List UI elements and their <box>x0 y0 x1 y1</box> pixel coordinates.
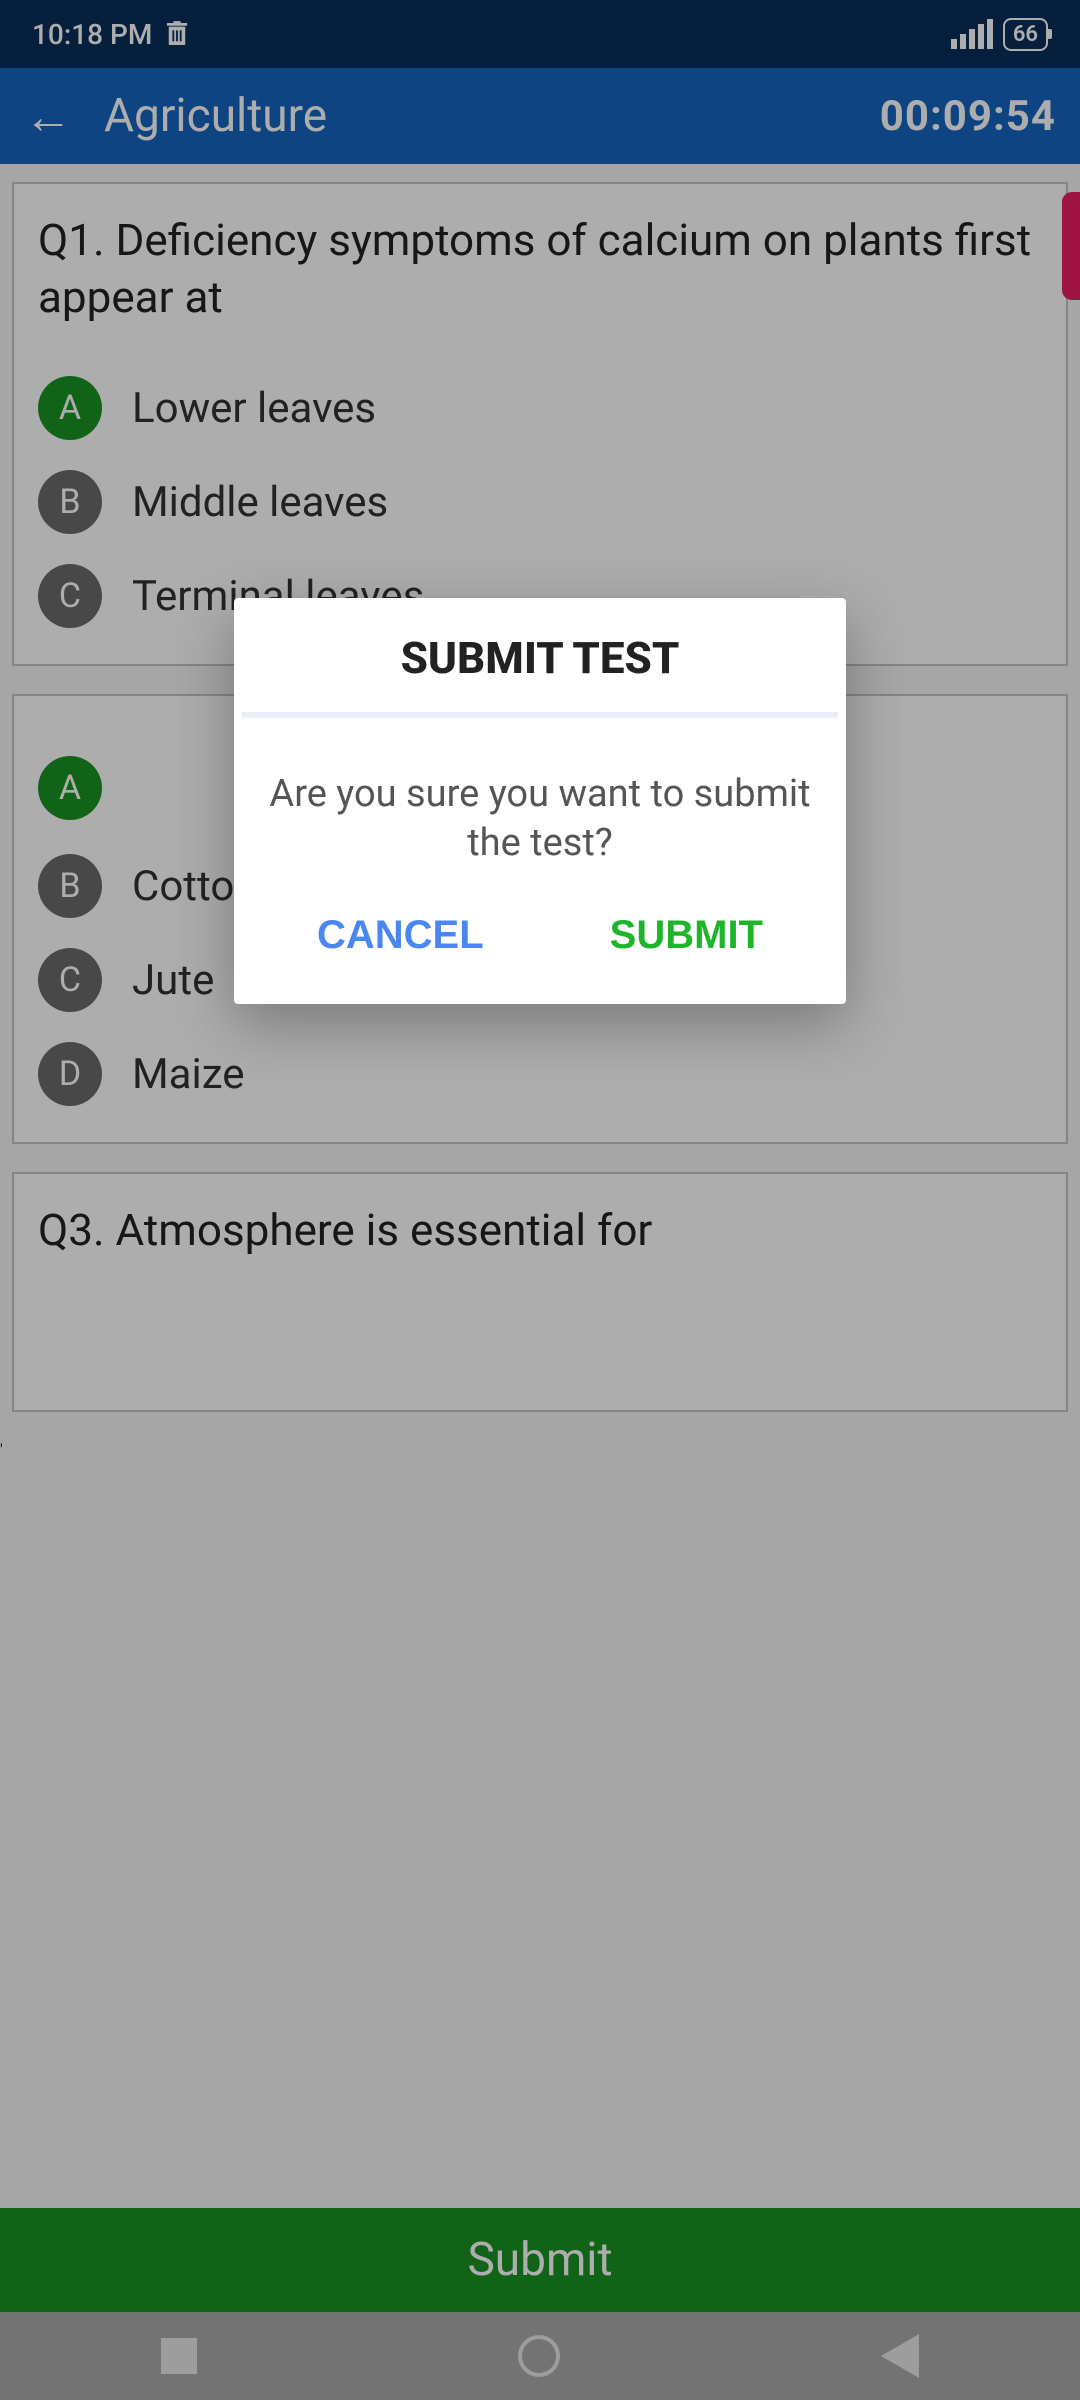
modal-overlay[interactable]: SUBMIT TEST Are you sure you want to sub… <box>0 0 1080 2400</box>
confirm-submit-button[interactable]: SUBMIT <box>610 913 763 958</box>
cancel-button[interactable]: CANCEL <box>317 913 484 958</box>
dialog-title: SUBMIT TEST <box>234 598 846 712</box>
submit-dialog: SUBMIT TEST Are you sure you want to sub… <box>234 598 846 1004</box>
dialog-message: Are you sure you want to submit the test… <box>234 718 846 905</box>
dialog-actions: CANCEL SUBMIT <box>234 905 846 1004</box>
